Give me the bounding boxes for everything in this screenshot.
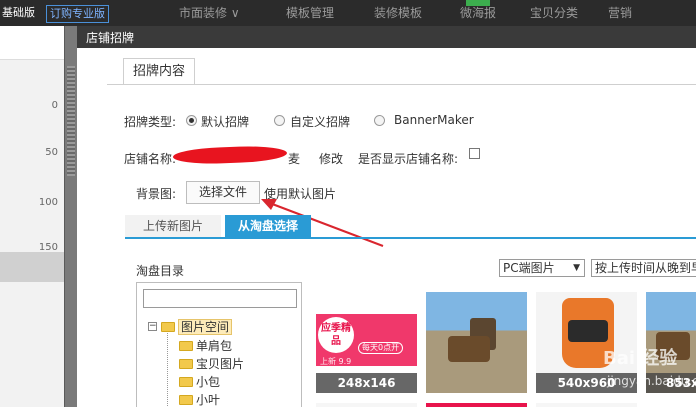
thumbnail-size-caption xyxy=(426,373,527,393)
folder-icon xyxy=(179,359,193,369)
nav-item-marketing[interactable]: 营销 xyxy=(608,4,632,21)
nav-item-template-manage[interactable]: 模板管理 xyxy=(286,4,334,21)
show-shop-name-label: 是否显示店铺名称: xyxy=(358,152,459,166)
tree-guide-line xyxy=(167,333,168,407)
tree-node-folder[interactable]: 小包 xyxy=(179,374,220,390)
shop-name-redaction xyxy=(172,145,288,165)
image-thumbnail[interactable]: 应季精品 每天0点开 上新 9.9 248x146 xyxy=(316,292,417,393)
folder-icon xyxy=(179,377,193,387)
tree-node-root-label: 图片空间 xyxy=(178,319,233,335)
radio-default-sign[interactable] xyxy=(186,115,197,126)
radio-custom-sign-label[interactable]: 自定义招牌 xyxy=(290,113,350,130)
left-panel-strip xyxy=(0,26,64,60)
radio-bannermaker[interactable] xyxy=(374,115,385,126)
promo-subtitle: 每天0点开 xyxy=(358,342,404,354)
vertical-ruler xyxy=(64,26,77,407)
nav-item-decor-template[interactable]: 装修模板 xyxy=(374,4,422,21)
tree-node-folder[interactable]: 单肩包 xyxy=(179,338,232,354)
tab-choose-from-taopan[interactable]: 从淘盘选择 xyxy=(225,215,311,237)
tree-node-folder[interactable]: 宝贝图片 xyxy=(179,356,244,372)
folder-icon xyxy=(179,395,193,405)
show-shop-name-checkbox[interactable] xyxy=(469,148,480,159)
image-type-select[interactable]: PC端图片 ▼ xyxy=(499,259,585,277)
image-type-select-value: PC端图片 xyxy=(503,261,555,275)
nav-item-item-category[interactable]: 宝贝分类 xyxy=(530,4,578,21)
image-thumbnail[interactable] xyxy=(316,403,417,407)
tab-upload-new-image[interactable]: 上传新图片 xyxy=(125,215,221,237)
tree-node-folder[interactable]: 小叶 xyxy=(179,392,220,407)
collapse-toggle-icon[interactable]: − xyxy=(148,322,157,331)
top-nav-bar: 基础版 订购专业版 市面装修 ∨ 模板管理 装修模板 微海报 宝贝分类 营销 xyxy=(0,0,696,26)
dialog-header: 店铺招牌 xyxy=(77,26,696,48)
ruler-mark: 0 xyxy=(51,100,58,111)
background-left-panel: 0 50 100 150 xyxy=(0,26,64,407)
left-panel-selection xyxy=(0,252,64,282)
image-thumbnail[interactable] xyxy=(426,403,527,407)
image-source-tabs: 上传新图片 从淘盘选择 xyxy=(125,215,696,239)
ruler-mark: 100 xyxy=(38,197,58,208)
radio-bannermaker-label[interactable]: BannerMaker xyxy=(394,113,474,127)
shop-name-label: 店铺名称: xyxy=(124,152,177,166)
modify-shop-name-link[interactable]: 修改 xyxy=(319,150,343,167)
sort-order-select[interactable]: 按上传时间从晚到早 xyxy=(591,259,696,277)
photo-bag xyxy=(448,336,490,362)
shop-sign-dialog: 店铺招牌 招牌内容 招牌类型: 默认招牌 自定义招牌 BannerMaker 店… xyxy=(77,26,696,407)
version-pro-link[interactable]: 订购专业版 xyxy=(46,5,109,23)
tab-sign-content[interactable]: 招牌内容 xyxy=(123,58,196,85)
tree-node-label: 小包 xyxy=(196,375,221,389)
promo-badge: 应季精品 xyxy=(318,317,354,353)
ruler-mark: 50 xyxy=(45,147,58,158)
ruler-drag-handle[interactable] xyxy=(67,66,75,176)
baidu-jingyan-watermark: Bai 经验 xyxy=(603,348,678,369)
tree-node-label: 宝贝图片 xyxy=(196,357,245,371)
nav-item-micro-poster[interactable]: 微海报 xyxy=(460,4,496,21)
promo-banner: 应季精品 每天0点开 上新 9.9 xyxy=(316,314,417,366)
photo-product-detail xyxy=(568,320,608,342)
directory-search-input[interactable] xyxy=(143,289,297,308)
tree-node-label: 小叶 xyxy=(196,393,221,407)
sign-type-label: 招牌类型: xyxy=(124,115,177,129)
version-basic-label[interactable]: 基础版 xyxy=(0,5,37,23)
shop-name-value-tail: 麦 xyxy=(288,152,301,166)
watermark-url: jingyan.baidu.com xyxy=(607,374,696,388)
dialog-title: 店铺招牌 xyxy=(86,31,135,45)
promo-price: 上新 9.9 xyxy=(320,357,352,366)
tab-divider xyxy=(107,84,696,85)
choose-file-button[interactable]: 选择文件 xyxy=(186,181,260,204)
thumbnail-size-caption: 248x146 xyxy=(316,373,417,393)
folder-open-icon xyxy=(161,322,175,332)
nav-item-market-decor[interactable]: 市面装修 ∨ xyxy=(179,4,240,21)
radio-default-sign-label[interactable]: 默认招牌 xyxy=(201,113,249,130)
directory-tree: − 图片空间 单肩包 宝贝图片 小包 小叶 xyxy=(136,282,302,407)
tree-node-label: 单肩包 xyxy=(196,339,233,353)
chevron-down-icon: ▼ xyxy=(573,263,580,273)
radio-custom-sign[interactable] xyxy=(274,115,285,126)
taopan-directory-label: 淘盘目录 xyxy=(136,264,185,278)
background-image-label: 背景图: xyxy=(136,187,177,201)
image-thumbnail[interactable] xyxy=(426,292,527,393)
tree-node-root[interactable]: 图片空间 xyxy=(161,319,233,335)
image-thumbnail[interactable] xyxy=(536,403,637,407)
folder-icon xyxy=(179,341,193,351)
